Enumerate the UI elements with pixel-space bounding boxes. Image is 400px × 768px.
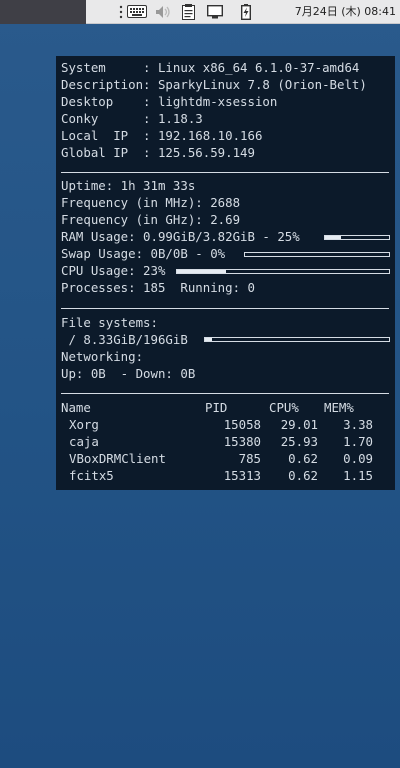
divider: [61, 393, 389, 394]
process-cpu: 0.62: [288, 451, 318, 466]
table-header-cpu: CPU%: [269, 400, 299, 415]
process-name: Xorg: [69, 417, 99, 432]
divider: [61, 172, 389, 173]
table-header-pid: PID: [205, 400, 228, 415]
uptime-line: Uptime: 1h 31m 33s: [61, 178, 196, 193]
table-header-mem: MEM%: [324, 400, 354, 415]
networking-title: Networking:: [61, 349, 144, 364]
process-pid: 15058: [223, 417, 261, 432]
conky-version-line: Conky : 1.18.3: [61, 111, 203, 126]
local-ip-line: Local IP : 192.168.10.166: [61, 128, 263, 143]
clipboard-icon[interactable]: [180, 3, 196, 20]
divider: [61, 308, 389, 309]
process-pid: 15380: [223, 434, 261, 449]
cpu-usage-line: CPU Usage: 23%: [61, 263, 166, 278]
taskbar-area: [0, 0, 86, 24]
keyboard-icon[interactable]: [126, 3, 148, 20]
system-tray: 7月24日 (木) 08:41: [86, 0, 400, 24]
process-mem: 1.15: [343, 468, 373, 483]
swap-usage-bar: [244, 252, 390, 257]
network-speed-line: Up: 0B - Down: 0B: [61, 366, 196, 381]
root-fs-bar: [204, 337, 390, 342]
process-name: caja: [69, 434, 99, 449]
process-name: fcitx5: [69, 468, 114, 483]
cpu-usage-bar-fill: [177, 270, 226, 273]
desktop-line: Desktop : lightdm-xsession: [61, 94, 278, 109]
process-name: VBoxDRMClient: [69, 451, 166, 466]
swap-usage-line: Swap Usage: 0B/0B - 0%: [61, 246, 226, 261]
file-systems-title: File systems:: [61, 315, 158, 330]
volume-muted-icon[interactable]: [154, 3, 172, 20]
top-panel: 7月24日 (木) 08:41: [0, 0, 400, 24]
cpu-usage-bar: [176, 269, 390, 274]
frequency-mhz-line: Frequency (in MHz): 2688: [61, 195, 241, 210]
frequency-ghz-line: Frequency (in GHz): 2.69: [61, 212, 241, 227]
ram-usage-bar-fill: [325, 236, 341, 239]
root-fs-line: / 8.33GiB/196GiB: [61, 332, 188, 347]
display-icon[interactable]: [206, 3, 224, 20]
processes-line: Processes: 185 Running: 0: [61, 280, 255, 295]
clock[interactable]: 7月24日 (木) 08:41: [295, 0, 396, 24]
process-mem: 0.09: [343, 451, 373, 466]
tray-handle-icon[interactable]: [118, 3, 124, 20]
process-pid: 785: [238, 451, 261, 466]
process-cpu: 0.62: [288, 468, 318, 483]
ram-usage-bar: [324, 235, 390, 240]
table-header-name: Name: [61, 400, 91, 415]
system-line: System : Linux x86_64 6.1.0-37-amd64: [61, 60, 360, 75]
process-pid: 15313: [223, 468, 261, 483]
process-cpu: 25.93: [280, 434, 318, 449]
description-line: Description: SparkyLinux 7.8 (Orion-Belt…: [61, 77, 367, 92]
global-ip-line: Global IP : 125.56.59.149: [61, 145, 255, 160]
battery-charging-icon[interactable]: [239, 3, 253, 20]
ram-usage-line: RAM Usage: 0.99GiB/3.82GiB - 25%: [61, 229, 300, 244]
root-fs-bar-fill: [205, 338, 213, 341]
process-mem: 3.38: [343, 417, 373, 432]
process-cpu: 29.01: [280, 417, 318, 432]
conky-widget: System : Linux x86_64 6.1.0-37-amd64 Des…: [56, 56, 395, 490]
process-mem: 1.70: [343, 434, 373, 449]
